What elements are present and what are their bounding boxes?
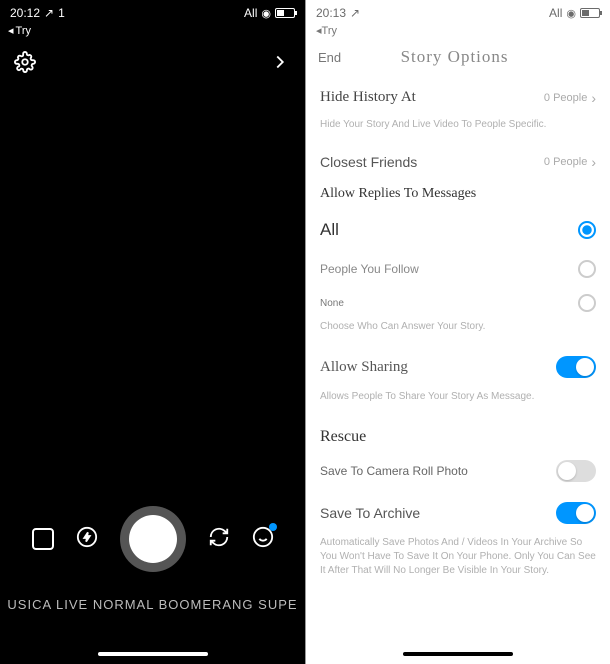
save-archive-label: Save To Archive (320, 505, 420, 521)
hide-history-row[interactable]: Hide History At 0 People › (306, 79, 610, 116)
back-label: Try (16, 25, 31, 37)
save-roll-row[interactable]: Save To Camera Roll Photo (306, 450, 610, 492)
radio-icon[interactable] (578, 260, 596, 278)
radio-icon[interactable] (578, 294, 596, 312)
status-time: 20:13 (316, 6, 346, 20)
rescue-title: Rescue (306, 416, 610, 450)
hide-history-label: Hide History At (320, 89, 416, 106)
status-suffix: 1 (58, 6, 65, 20)
rescue-desc: Automatically Save Photos And / Videos I… (306, 534, 610, 590)
switch-camera-icon[interactable] (208, 526, 230, 553)
closest-friends-value: 0 People (544, 156, 587, 168)
allow-sharing-label: Allow Sharing (320, 359, 408, 376)
closest-friends-row[interactable]: Closest Friends 0 People › (306, 144, 610, 180)
smiley-icon (252, 535, 274, 552)
location-icon: ↗ (350, 6, 360, 20)
camera-modes[interactable]: USICA LIVE NORMAL BOOMERANG SUPE (0, 597, 305, 612)
replies-option-follow[interactable]: People You Follow (306, 250, 610, 288)
battery-icon (580, 8, 600, 18)
chevron-right-icon: › (591, 154, 596, 170)
flash-icon[interactable] (76, 526, 98, 553)
allow-replies-desc: Choose Who Can Answer Your Story. (306, 318, 610, 346)
home-indicator-left (98, 652, 208, 656)
allow-replies-title: Allow Replies To Messages (306, 180, 610, 210)
replies-option-none[interactable]: None (306, 288, 610, 318)
status-label: All (549, 6, 562, 20)
settings-icon[interactable] (14, 51, 36, 78)
battery-icon (275, 8, 295, 18)
option-follow-label: People You Follow (320, 262, 419, 276)
notification-dot (269, 523, 277, 531)
camera-screen: 20:12 ↗ 1 All ◉ ◂ Try (0, 0, 305, 664)
back-arrow-icon: ◂ (8, 24, 14, 37)
closest-friends-label: Closest Friends (320, 154, 417, 170)
save-roll-label: Save To Camera Roll Photo (320, 464, 468, 478)
status-signal: ↗ (44, 6, 54, 20)
radio-selected-icon[interactable] (578, 221, 596, 239)
chevron-right-icon: › (591, 90, 596, 106)
forward-icon[interactable] (269, 51, 291, 78)
status-bar-right: 20:13 ↗ All ◉ (306, 0, 610, 24)
hide-history-desc: Hide Your Story And Live Video To People… (306, 116, 610, 144)
page-title: Story Options (311, 47, 598, 67)
wifi-icon: ◉ (566, 7, 576, 20)
back-label: Try (322, 25, 337, 37)
home-indicator-right (403, 652, 513, 656)
toggle-on[interactable] (556, 356, 596, 378)
allow-sharing-desc: Allows People To Share Your Story As Mes… (306, 388, 610, 416)
header: End Story Options (306, 37, 610, 79)
status-time: 20:12 (10, 6, 40, 20)
replies-option-all[interactable]: All (306, 210, 610, 250)
face-filter-button[interactable] (252, 526, 274, 553)
wifi-icon: ◉ (261, 7, 271, 20)
back-button-left[interactable]: ◂ Try (0, 24, 305, 37)
gallery-button[interactable] (32, 528, 54, 550)
back-button-right[interactable]: ◂ Try (306, 24, 610, 37)
status-bar-left: 20:12 ↗ 1 All ◉ (0, 0, 305, 24)
toggle-on[interactable] (556, 502, 596, 524)
shutter-button[interactable] (120, 506, 186, 572)
save-archive-row[interactable]: Save To Archive (306, 492, 610, 534)
toggle-off[interactable] (556, 460, 596, 482)
allow-sharing-row[interactable]: Allow Sharing (306, 346, 610, 388)
option-all-label: All (320, 220, 339, 240)
story-options-screen: 20:13 ↗ All ◉ ◂ Try End Story Options Hi… (305, 0, 610, 664)
option-none-label: None (320, 298, 344, 309)
status-label: All (244, 6, 257, 20)
hide-history-value: 0 People (544, 92, 587, 104)
shutter-inner (129, 515, 177, 563)
